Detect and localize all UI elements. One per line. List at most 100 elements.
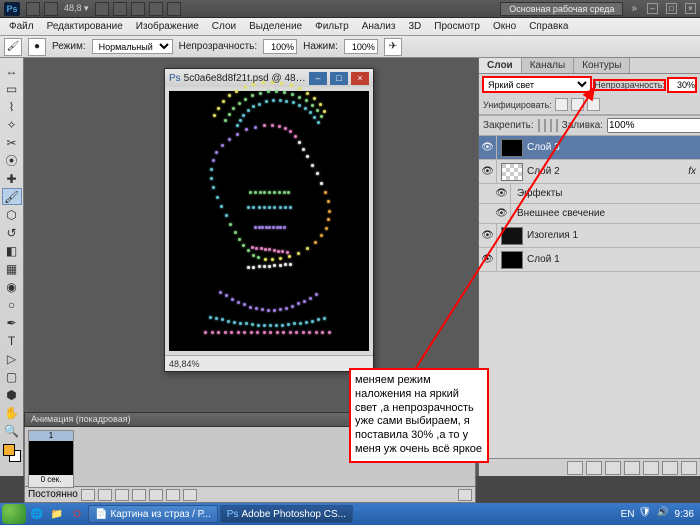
flow-label: Нажим: — [303, 41, 338, 52]
document-window[interactable]: Ps 5c0a6e8d8f21t.psd @ 48,8% (Сл... – □ … — [164, 68, 374, 372]
menu-analysis[interactable]: Анализ — [357, 21, 401, 32]
menu-file[interactable]: Файл — [4, 21, 39, 32]
mode-label: Режим: — [52, 41, 86, 52]
window-minimize-icon[interactable]: – — [647, 3, 658, 14]
arrange-docs-icon[interactable] — [149, 2, 163, 16]
tray-icon[interactable]: 🔊 — [657, 507, 671, 521]
gradient-tool-icon[interactable]: ▦ — [2, 260, 22, 277]
taskbar-item[interactable]: PsAdobe Photoshop CS... — [220, 505, 353, 523]
tools-panel: ↔ ▭ ⌇ ✧ ✂ ⦿ ✚ 🖌 ⬡ ↺ ◧ ▦ ◉ ○ ✒ T ▷ ▢ ⬢ ✋ … — [0, 58, 24, 476]
adjustment-icon[interactable] — [624, 461, 640, 475]
layers-footer — [479, 458, 700, 476]
stamp-tool-icon[interactable]: ⬡ — [2, 206, 22, 223]
timeline-toggle-icon[interactable] — [458, 489, 472, 501]
brush-preset-icon[interactable]: 🖌 — [4, 38, 22, 56]
menu-image[interactable]: Изображение — [131, 21, 204, 32]
hand-tool-icon[interactable]: ✋ — [2, 404, 22, 421]
document-titlebar[interactable]: Ps 5c0a6e8d8f21t.psd @ 48,8% (Сл... – □ … — [165, 69, 373, 87]
tween-icon[interactable] — [149, 489, 163, 501]
eraser-tool-icon[interactable]: ◧ — [2, 242, 22, 259]
history-brush-tool-icon[interactable]: ↺ — [2, 224, 22, 241]
path-tool-icon[interactable]: ▷ — [2, 350, 22, 367]
tab-paths[interactable]: Контуры — [574, 58, 630, 73]
eyedropper-tool-icon[interactable]: ⦿ — [2, 152, 22, 169]
window-maximize-icon[interactable]: □ — [666, 3, 677, 14]
tray-icon[interactable]: 🛡 — [639, 507, 653, 521]
healing-tool-icon[interactable]: ✚ — [2, 170, 22, 187]
lang-indicator[interactable]: EN — [621, 509, 635, 520]
next-frame-icon[interactable] — [132, 489, 146, 501]
animation-frame[interactable]: 1 0 сек. — [28, 430, 74, 488]
brush-tool-icon[interactable]: 🖌 — [2, 188, 22, 205]
crop-tool-icon[interactable]: ✂ — [2, 134, 22, 151]
app-title-bar: Ps 48,8 ▾ Основная рабочая среда » – □ × — [0, 0, 700, 18]
layer-opacity-input[interactable] — [668, 78, 696, 92]
color-swatch[interactable] — [3, 444, 21, 462]
loop-select[interactable]: Постоянно — [28, 489, 78, 500]
menu-help[interactable]: Справка — [524, 21, 573, 32]
fx-badge[interactable]: fx — [688, 166, 696, 177]
dodge-tool-icon[interactable]: ○ — [2, 296, 22, 313]
zoom-level[interactable]: 48,8 ▾ — [64, 3, 89, 14]
document-ps-icon: Ps — [169, 73, 181, 84]
menu-window[interactable]: Окно — [488, 21, 521, 32]
menu-select[interactable]: Выделение — [244, 21, 307, 32]
doc-maximize-icon[interactable]: □ — [330, 72, 348, 85]
window-close-icon[interactable]: × — [685, 3, 696, 14]
prev-frame-icon[interactable] — [98, 489, 112, 501]
menu-3d[interactable]: 3D — [403, 21, 426, 32]
lasso-tool-icon[interactable]: ⌇ — [2, 98, 22, 115]
mask-icon[interactable] — [605, 461, 621, 475]
trash-icon[interactable] — [681, 461, 697, 475]
move-tool-icon[interactable]: ↔ — [2, 62, 22, 79]
zoom-tool-icon[interactable]: 🔍 — [2, 422, 22, 439]
screen-mode-icon[interactable] — [167, 2, 181, 16]
tutorial-annotation: меняем режим наложения на яркий свет ,а … — [349, 368, 489, 463]
zoom-tool-icon[interactable] — [113, 2, 127, 16]
doc-close-icon[interactable]: × — [351, 72, 369, 85]
blend-mode-select[interactable]: Нормальный — [92, 39, 173, 54]
fx-icon[interactable] — [586, 461, 602, 475]
menu-layers[interactable]: Слои — [207, 21, 241, 32]
pen-tool-icon[interactable]: ✒ — [2, 314, 22, 331]
first-frame-icon[interactable] — [81, 489, 95, 501]
blur-tool-icon[interactable]: ◉ — [2, 278, 22, 295]
duplicate-frame-icon[interactable] — [166, 489, 180, 501]
opacity-input[interactable] — [263, 39, 297, 54]
link-layers-icon[interactable] — [567, 461, 583, 475]
play-icon[interactable] — [115, 489, 129, 501]
hand-tool-icon[interactable] — [95, 2, 109, 16]
shape-tool-icon[interactable]: ▢ — [2, 368, 22, 385]
type-tool-icon[interactable]: T — [2, 332, 22, 349]
menu-filter[interactable]: Фильтр — [310, 21, 354, 32]
ql-folder-icon[interactable]: 📁 — [48, 505, 66, 523]
flow-input[interactable] — [344, 39, 378, 54]
launch-bridge-icon[interactable] — [26, 2, 40, 16]
wand-tool-icon[interactable]: ✧ — [2, 116, 22, 133]
menu-bar: Файл Редактирование Изображение Слои Выд… — [0, 18, 700, 36]
new-layer-icon[interactable] — [662, 461, 678, 475]
taskbar-item[interactable]: 📄Картина из страз / Р... — [88, 505, 218, 523]
menu-edit[interactable]: Редактирование — [42, 21, 128, 32]
view-extras-icon[interactable] — [44, 2, 58, 16]
ql-ie-icon[interactable]: 🌐 — [28, 505, 46, 523]
rotate-view-icon[interactable] — [131, 2, 145, 16]
start-button[interactable] — [2, 504, 26, 524]
ql-opera-icon[interactable]: O — [68, 505, 86, 523]
document-canvas[interactable] — [169, 91, 369, 351]
3d-tool-icon[interactable]: ⬢ — [2, 386, 22, 403]
group-icon[interactable] — [643, 461, 659, 475]
tab-channels[interactable]: Каналы — [522, 58, 575, 73]
tab-layers[interactable]: Слои — [479, 58, 522, 73]
system-tray[interactable]: EN 🛡 🔊 9:36 — [617, 507, 698, 521]
delete-frame-icon[interactable] — [183, 489, 197, 501]
menu-view[interactable]: Просмотр — [429, 21, 485, 32]
document-status: 48,84% — [165, 355, 373, 371]
brush-size-picker[interactable]: ● — [28, 38, 46, 56]
workspace-switcher[interactable]: Основная рабочая среда — [500, 2, 623, 16]
doc-minimize-icon[interactable]: – — [309, 72, 327, 85]
clock[interactable]: 9:36 — [675, 509, 694, 520]
marquee-tool-icon[interactable]: ▭ — [2, 80, 22, 97]
workspace-chevron-icon[interactable]: » — [629, 3, 639, 14]
airbrush-icon[interactable]: ✈ — [384, 38, 402, 56]
